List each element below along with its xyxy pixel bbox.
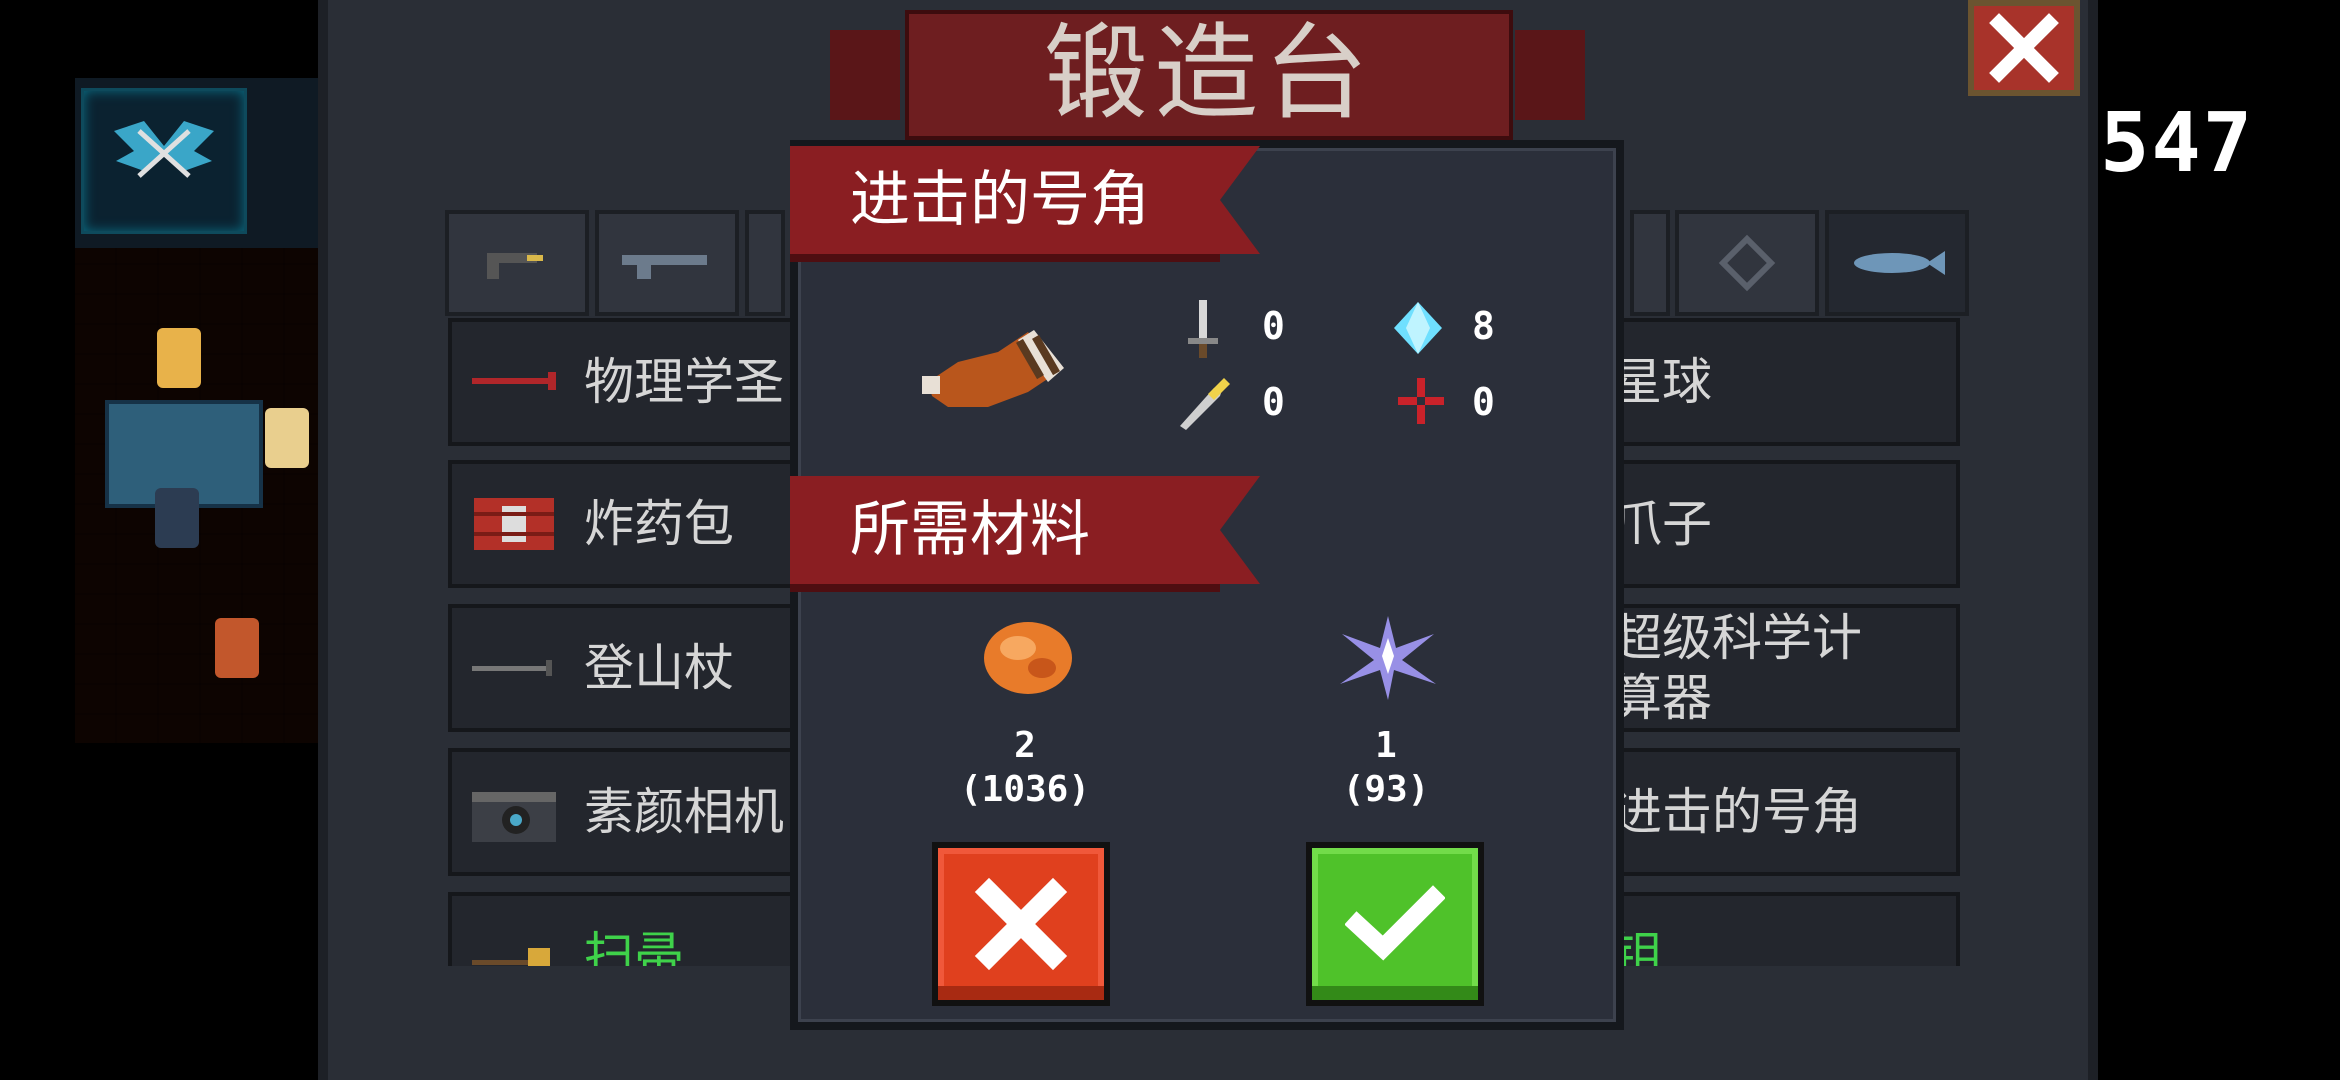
crit-value: 0 <box>1262 380 1285 424</box>
materials-title: 所需材料 <box>850 495 1090 565</box>
trekking-pole-icon <box>472 660 552 676</box>
npc-character <box>265 408 309 468</box>
material-required: 1 <box>1375 725 1397 766</box>
broom-icon <box>472 948 550 966</box>
list-item[interactable]: 物理学圣 <box>448 318 798 446</box>
list-item[interactable]: 超级科学计算器 <box>1608 604 1960 732</box>
close-forge-button[interactable] <box>1968 0 2080 96</box>
game-scene <box>75 78 320 743</box>
title-banner-left-ear <box>830 30 900 120</box>
npc-character <box>155 488 199 548</box>
list-item[interactable]: 钼 <box>1608 892 1960 966</box>
weapon-name: 进击的号角 <box>850 165 1150 235</box>
npc-character <box>215 618 259 678</box>
horn-icon <box>922 330 1064 407</box>
close-icon <box>1989 13 2059 83</box>
npc-character <box>157 328 201 388</box>
materials-ribbon: 所需材料 <box>790 476 1260 592</box>
list-item[interactable]: 爪子 <box>1608 460 1960 588</box>
energy-crystal-icon <box>1394 302 1442 354</box>
tab-rifle[interactable] <box>595 210 739 316</box>
crossed-swords-icon <box>114 121 214 178</box>
accuracy-value: 0 <box>1472 380 1495 424</box>
crowbar-icon <box>472 372 556 390</box>
tab-shotgun[interactable] <box>745 210 785 316</box>
crosshair-icon <box>1718 234 1776 292</box>
damage-value: 0 <box>1262 304 1285 348</box>
close-icon <box>974 877 1068 971</box>
tab-crosshair[interactable] <box>1675 210 1819 316</box>
list-item[interactable]: 登山杖 <box>448 604 798 732</box>
score-counter: 547 <box>2100 96 2255 191</box>
list-item[interactable]: 扫帚 <box>448 892 798 966</box>
list-item[interactable]: 炸药包 <box>448 460 798 588</box>
sword-damage-icon <box>1188 300 1218 358</box>
checkmark-icon <box>1345 885 1445 961</box>
cancel-button[interactable] <box>932 842 1110 1006</box>
tab-pistol[interactable] <box>445 210 589 316</box>
material-owned: (93) <box>1342 769 1430 810</box>
scene-sign <box>81 88 247 234</box>
title-banner-right-ear <box>1515 30 1585 120</box>
material-owned: (1036) <box>959 769 1091 810</box>
confirm-button[interactable] <box>1306 842 1484 1006</box>
ore-icon <box>984 622 1072 694</box>
pistol-icon <box>487 253 543 279</box>
list-item[interactable]: 星球 <box>1608 318 1960 446</box>
list-item[interactable]: 进击的号角 <box>1608 748 1960 876</box>
list-item[interactable]: 素颜相机 <box>448 748 798 876</box>
rifle-icon <box>622 255 707 279</box>
tab-fish[interactable] <box>1825 210 1969 316</box>
energy-value: 8 <box>1472 304 1495 348</box>
forge-title: 锻造台 <box>1043 12 1374 134</box>
fish-icon <box>1854 251 1945 275</box>
camera-icon <box>472 792 556 842</box>
weapon-name-ribbon: 进击的号角 <box>790 146 1260 262</box>
crystal-shard-icon <box>1340 616 1436 700</box>
accuracy-crosshair-icon <box>1398 378 1444 424</box>
dynamite-icon <box>474 498 554 550</box>
material-required: 2 <box>1014 725 1036 766</box>
crit-dagger-icon <box>1180 378 1230 430</box>
tab-blank[interactable] <box>1630 210 1670 316</box>
